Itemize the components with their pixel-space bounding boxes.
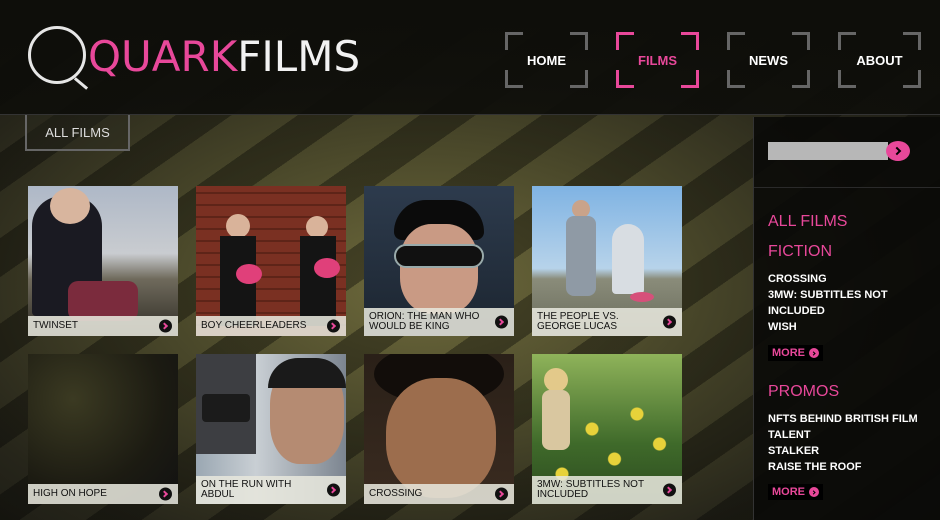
arrow-right-icon (809, 348, 819, 358)
film-title: HIGH ON HOPE (33, 488, 107, 499)
film-thumbnail (364, 354, 514, 504)
film-title: ORION: THE MAN WHO WOULD BE KING (369, 311, 480, 332)
film-thumbnail (28, 354, 178, 504)
arrow-right-icon[interactable] (327, 319, 340, 333)
nav-news-label: NEWS (749, 52, 788, 68)
sidebar-divider (754, 187, 940, 188)
quarkfilms-logo[interactable]: QUARKFILMS (28, 18, 360, 98)
arrow-right-icon[interactable] (495, 315, 508, 329)
nav-about[interactable]: ABOUT (838, 32, 921, 88)
fiction-more-button[interactable]: MORE (768, 345, 823, 361)
sidebar-fiction-item[interactable]: WISH (768, 319, 928, 335)
arrow-right-icon[interactable] (663, 483, 676, 497)
tab-all-films[interactable]: ALL FILMS (25, 115, 130, 151)
film-caption: BOY CHEERLEADERS (196, 316, 346, 336)
nav-films[interactable]: FILMS (616, 32, 699, 88)
nav-news[interactable]: NEWS (727, 32, 810, 88)
film-tile-orion[interactable]: ORION: THE MAN WHO WOULD BE KING (364, 186, 514, 336)
promos-more-button[interactable]: MORE (768, 484, 823, 500)
film-title: BOY CHEERLEADERS (201, 320, 307, 331)
main-nav: HOME FILMS NEWS ABOUT (505, 32, 921, 88)
film-tile-crossing[interactable]: CROSSING (364, 354, 514, 504)
logo-quark: QUARK (88, 32, 238, 81)
site-header: QUARKFILMS HOME FILMS NEWS ABOUT (0, 0, 940, 115)
sidebar-fiction-item[interactable]: 3MW: SUBTITLES NOT INCLUDED (768, 287, 928, 319)
film-thumbnail (196, 186, 346, 336)
logo-films: FILMS (237, 32, 361, 81)
film-tile-boy-cheerleaders[interactable]: BOY CHEERLEADERS (196, 186, 346, 336)
film-tile-abdul[interactable]: ON THE RUN WITH ABDUL (196, 354, 346, 504)
arrow-right-icon[interactable] (159, 319, 172, 333)
arrow-right-icon (809, 487, 819, 497)
film-title: 3MW: SUBTITLES NOT INCLUDED (537, 479, 644, 500)
film-caption: ORION: THE MAN WHO WOULD BE KING (364, 308, 514, 336)
sidebar-promos-heading[interactable]: PROMOS (768, 383, 839, 401)
arrow-right-icon (892, 146, 902, 156)
film-caption: TWINSET (28, 316, 178, 336)
sidebar-promos-item[interactable]: STALKER (768, 443, 928, 459)
film-tile-twinset[interactable]: TWINSET (28, 186, 178, 336)
film-title: CROSSING (369, 488, 423, 499)
film-caption: ON THE RUN WITH ABDUL (196, 476, 346, 504)
sidebar-fiction-heading[interactable]: FICTION (768, 243, 832, 261)
film-tile-3mw[interactable]: 3MW: SUBTITLES NOT INCLUDED (532, 354, 682, 504)
nav-about-label: ABOUT (856, 52, 903, 68)
film-caption: CROSSING (364, 484, 514, 504)
film-thumbnail (28, 186, 178, 336)
nav-home[interactable]: HOME (505, 32, 588, 88)
arrow-right-icon[interactable] (663, 315, 676, 329)
film-tile-people-vs-lucas[interactable]: THE PEOPLE VS. GEORGE LUCAS (532, 186, 682, 336)
nav-films-label: FILMS (638, 52, 677, 68)
arrow-right-icon[interactable] (327, 483, 340, 497)
film-title: TWINSET (33, 320, 78, 331)
film-caption: 3MW: SUBTITLES NOT INCLUDED (532, 476, 682, 504)
search-input[interactable] (768, 142, 888, 160)
logo-text: QUARKFILMS (88, 32, 360, 81)
nav-home-label: HOME (527, 52, 566, 68)
sidebar-promos-item[interactable]: RAISE THE ROOF (768, 459, 928, 475)
film-title: ON THE RUN WITH ABDUL (201, 479, 292, 500)
film-tile-high-on-hope[interactable]: HIGH ON HOPE (28, 354, 178, 504)
arrow-right-icon[interactable] (159, 487, 172, 501)
search-submit-button[interactable] (886, 141, 910, 161)
sidebar-promos-item[interactable]: NFTS BEHIND BRITISH FILM TALENT (768, 411, 928, 443)
sidebar: ALL FILMS FICTION CROSSING 3MW: SUBTITLE… (753, 117, 940, 520)
arrow-right-icon[interactable] (495, 487, 508, 501)
logo-q-circle (28, 26, 86, 84)
sidebar-fiction-item[interactable]: CROSSING (768, 271, 928, 287)
more-label: MORE (772, 347, 805, 359)
film-title: THE PEOPLE VS. GEORGE LUCAS (537, 311, 619, 332)
film-caption: THE PEOPLE VS. GEORGE LUCAS (532, 308, 682, 336)
tab-all-films-label: ALL FILMS (45, 124, 110, 140)
more-label: MORE (772, 486, 805, 498)
sidebar-all-films-link[interactable]: ALL FILMS (768, 213, 847, 231)
film-caption: HIGH ON HOPE (28, 484, 178, 504)
